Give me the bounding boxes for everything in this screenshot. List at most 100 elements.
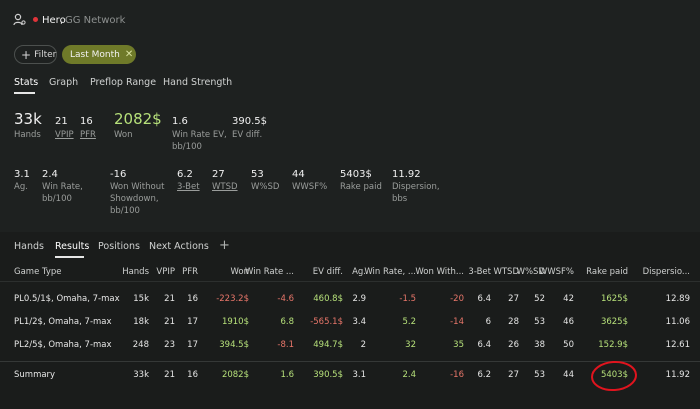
table-cell: 1910$ [221,317,249,327]
table-cell: 6.2 [477,370,491,380]
tab-stats-underline [14,92,35,94]
network-name: GG Network [65,15,126,26]
table-cell: 11.06 [665,317,690,327]
tab-stats[interactable]: Stats [14,77,38,88]
plus-icon: + [21,47,32,62]
table-cell: 3.1 [352,370,366,380]
table-cell: -16 [450,370,464,380]
table-cell: -14 [450,317,464,327]
column-header[interactable]: WWSF% [539,267,574,277]
table-cell: 15k [133,294,149,304]
table-cell: 23 [164,340,175,350]
table-cell: 27 [508,294,519,304]
tab-preflop-range[interactable]: Preflop Range [90,77,156,88]
table-cell: 16 [187,294,198,304]
table-cell: 32 [405,340,416,350]
column-header[interactable]: Win Rate ... [245,267,294,277]
stat-winrate-label-1: Win Rate, [42,182,83,192]
table-cell: 2.9 [352,294,366,304]
network-dot-icon [33,17,38,22]
table-cell: 16 [187,370,198,380]
table-cell: 17 [187,317,198,327]
table-cell: 6 [485,317,491,327]
tab-hand-strength[interactable]: Hand Strength [163,77,232,88]
stat-hands-value: 33k [14,110,42,128]
table-cell: 1.6 [280,370,294,380]
stat-dispersion-label-2: bbs [392,194,408,204]
table-cell: 35 [453,340,464,350]
filter-chip-label: Last Month [70,49,120,60]
column-header[interactable]: Won With... [415,267,464,277]
table-cell: 6.8 [280,317,294,327]
table-cell: 44 [563,370,574,380]
column-header[interactable]: Win Rate, ... [364,267,416,277]
table-cell: 460.8$ [313,294,343,304]
table-cell: 5.2 [402,317,416,327]
stat-wtsd-value: 27 [212,169,225,180]
column-header[interactable]: Dispersio... [643,267,690,277]
column-header[interactable]: EV diff. [313,267,343,277]
column-header[interactable]: Game Type [14,267,62,277]
stat-winrate-ev-label-1: Win Rate EV, [172,130,227,140]
game-type-cell: Summary [14,370,56,380]
stat-won-wo-sd-value: -16 [110,169,127,180]
stat-ev-diff-label: EV diff. [232,130,263,140]
table-cell: -1.5 [399,294,416,304]
table-cell: 12.61 [665,340,690,350]
table-cell: 494.7$ [313,340,343,350]
table-cell: -565.1$ [310,317,343,327]
column-header[interactable]: Rake paid [586,267,628,277]
stat-wtsd-label[interactable]: WTSD [212,181,238,193]
tab-graph[interactable]: Graph [49,77,78,88]
add-filter-label: Filter [34,49,57,60]
column-header[interactable]: WTSD [493,267,519,277]
table-cell: 26 [508,340,519,350]
close-icon[interactable]: ✕ [125,49,133,60]
column-header[interactable]: 3-Bet [468,267,491,277]
table-cell: 2.4 [402,370,416,380]
stat-pfr-label[interactable]: PFR [80,129,96,141]
table-cell: 1625$ [600,294,628,304]
tab-results[interactable]: Results [55,241,89,252]
table-cell: 21 [164,317,175,327]
table-cell: 21 [164,294,175,304]
stat-dispersion-label-1: Dispersion, [392,182,440,192]
table-cell: 6.4 [477,340,491,350]
stat-wsd-label: W%SD [251,182,280,192]
stat-won-value: 2082$ [114,110,162,128]
table-cell: 50 [563,340,574,350]
table-cell: -4.6 [277,294,294,304]
header-divider [0,281,700,282]
table-cell: 6.4 [477,294,491,304]
stat-rake-label: Rake paid [340,182,382,192]
stat-rake-value: 5403$ [340,169,372,180]
column-header[interactable]: PFR [182,267,198,277]
table-cell: 2082$ [221,370,249,380]
column-header[interactable]: VPIP [156,267,175,277]
tab-results-underline [55,256,84,258]
stat-winrate-label-2: bb/100 [42,194,72,204]
table-cell: 33k [133,370,149,380]
table-cell: 390.5$ [313,370,343,380]
table-cell: 3.4 [352,317,366,327]
table-cell: 21 [164,370,175,380]
stat-vpip-label[interactable]: VPIP [55,129,74,141]
stat-winrate-ev-label-2: bb/100 [172,142,202,152]
table-cell: 248 [132,340,149,350]
table-cell: 11.92 [665,370,690,380]
column-header[interactable]: Hands [122,267,149,277]
tab-positions[interactable]: Positions [98,241,140,252]
tab-next-actions[interactable]: Next Actions [149,241,209,252]
table-cell: 52 [534,294,545,304]
table-cell: 3625$ [600,317,628,327]
tab-hands[interactable]: Hands [14,241,44,252]
add-filter-button[interactable]: + Filter [14,45,57,64]
table-cell: 2 [360,340,366,350]
stat-pfr-value: 16 [80,116,93,127]
user-settings-icon[interactable] [13,13,26,26]
stat-ev-diff-value: 390.5$ [232,116,267,127]
stat-3bet-label[interactable]: 3-Bet [177,181,200,193]
add-tab-icon[interactable]: + [219,238,230,253]
stat-3bet-value: 6.2 [177,169,193,180]
filter-chip-last-month[interactable]: Last Month ✕ [62,45,136,64]
